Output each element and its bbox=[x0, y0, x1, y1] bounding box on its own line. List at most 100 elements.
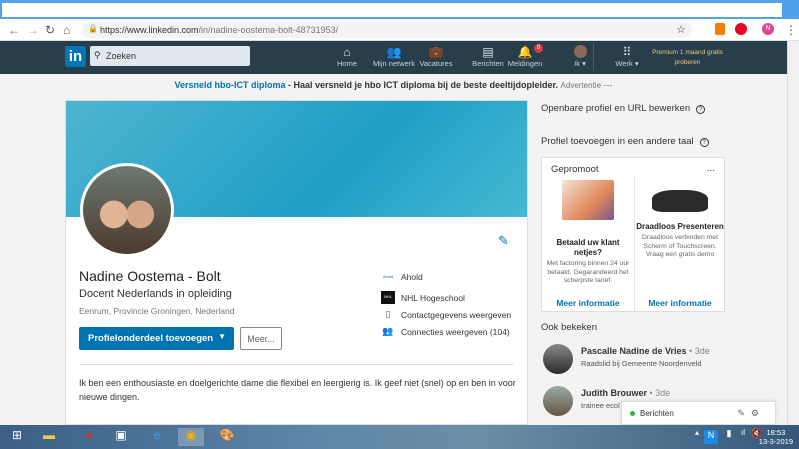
contact-label: Contactgegevens weergeven bbox=[401, 310, 512, 320]
promo-item[interactable]: Draadloos Presenteren Draadloos verbinde… bbox=[635, 180, 725, 308]
file-explorer-icon[interactable]: ▬ bbox=[36, 428, 62, 446]
search-input[interactable]: ⚲ Zoeken bbox=[90, 46, 250, 66]
divider bbox=[79, 364, 514, 365]
clock-time: 18:53 bbox=[766, 428, 786, 437]
nav-me[interactable]: Ik ▾ bbox=[555, 45, 605, 68]
profile-avatar[interactable]: N bbox=[762, 23, 774, 35]
promo-item[interactable]: Betaald uw klant netjes? Met factoring b… bbox=[543, 180, 633, 308]
profile-name: Nadine Oostema - Bolt bbox=[79, 268, 221, 284]
messaging-label: Berichten bbox=[640, 409, 674, 418]
lock-icon: 🔒 bbox=[88, 24, 98, 33]
tray-expand-icon[interactable]: ▴ bbox=[690, 428, 704, 446]
contact-info-link[interactable]: ▯ Contactgegevens weergeven bbox=[381, 309, 512, 321]
back-icon[interactable]: ← bbox=[8, 23, 20, 37]
browser-tab-strip[interactable] bbox=[2, 3, 782, 17]
edit-public-profile-link[interactable]: Openbare profiel en URL bewerken? bbox=[541, 103, 706, 114]
nav-label: Werk ▾ bbox=[615, 59, 639, 68]
connections-label: Connecties weergeven (104) bbox=[401, 327, 510, 337]
promo-image bbox=[562, 180, 614, 220]
nav-label: Meldingen bbox=[507, 59, 543, 68]
online-status-dot bbox=[630, 411, 635, 416]
notification-badge: 8 bbox=[534, 44, 543, 53]
app-icon[interactable]: ● bbox=[76, 428, 102, 446]
premium-link[interactable]: Premium 1 maand gratis proberen bbox=[650, 48, 725, 68]
school-name: NHL Hogeschool bbox=[401, 292, 465, 303]
briefcase-icon: 💼 bbox=[428, 45, 444, 59]
company-name: Ahold bbox=[401, 272, 423, 282]
grid-icon: ⠿ bbox=[622, 45, 632, 59]
browser-titlebar bbox=[0, 0, 799, 19]
also-viewed-person[interactable]: Pascalle Nadine de Vries • 3de Raadslid b… bbox=[543, 344, 710, 374]
bookmark-star-icon[interactable]: ☆ bbox=[676, 23, 686, 36]
contact-card-icon: ▯ bbox=[385, 309, 391, 319]
home-icon[interactable]: ⌂ bbox=[63, 23, 70, 37]
chrome-icon[interactable]: ◉ bbox=[178, 428, 204, 446]
linkedin-logo[interactable]: in bbox=[65, 46, 86, 67]
internet-explorer-icon[interactable]: e bbox=[144, 428, 170, 446]
people-icon: 👥 bbox=[382, 326, 394, 336]
search-placeholder: Zoeken bbox=[106, 51, 137, 61]
signal-icon[interactable]: ıl bbox=[736, 428, 750, 446]
nav-home[interactable]: ⌂ Home bbox=[322, 45, 372, 68]
address-bar[interactable]: 🔒 https://www.linkedin.com/in/nadine-oost… bbox=[82, 22, 692, 38]
app-icon[interactable]: ▣ bbox=[108, 428, 134, 446]
company-link[interactable]: Ahold Ahold bbox=[381, 271, 423, 283]
search-icon: ⚲ bbox=[94, 50, 101, 60]
ad-text: - Haal versneld je hbo ICT diploma bij d… bbox=[285, 80, 559, 90]
paint-icon[interactable]: 🎨 bbox=[214, 428, 240, 446]
menu-icon[interactable]: ⋮ bbox=[785, 23, 797, 37]
ahold-logo: Ahold bbox=[382, 274, 394, 279]
promo-more-button[interactable]: ... bbox=[707, 163, 715, 174]
url-path: /in/nadine-oostema-bolt-48731953/ bbox=[198, 25, 339, 35]
connections-link[interactable]: 👥 Connecties weergeven (104) bbox=[381, 326, 510, 338]
compose-icon[interactable]: ✎ bbox=[737, 408, 751, 418]
forward-icon[interactable]: → bbox=[27, 23, 39, 37]
reload-icon[interactable]: ↻ bbox=[45, 23, 55, 37]
help-icon[interactable]: ? bbox=[699, 138, 709, 147]
ad-banner: Versneld hbo-ICT diploma - Haal versneld… bbox=[0, 80, 787, 90]
tray-app-icon[interactable]: N bbox=[704, 430, 718, 444]
promo-item-title: Draadloos Presenteren bbox=[636, 222, 724, 231]
nav-label: Vacatures bbox=[419, 59, 453, 68]
help-icon[interactable]: ? bbox=[696, 105, 706, 114]
nav-label: Home bbox=[336, 59, 357, 68]
extension-icon[interactable] bbox=[715, 23, 725, 35]
nav-label: Mijn netwerk bbox=[372, 59, 416, 68]
person-avatar bbox=[543, 386, 573, 416]
battery-icon[interactable]: ▮ bbox=[722, 428, 736, 446]
promo-item-desc: Met factoring binnen 24 uur betaald. Geg… bbox=[546, 260, 630, 284]
school-link[interactable]: NHL NHL Hogeschool bbox=[381, 291, 465, 304]
edit-pencil-icon[interactable]: ✎ bbox=[498, 233, 509, 249]
add-language-profile-link[interactable]: Profiel toevoegen in een andere taal? bbox=[541, 136, 709, 147]
ad-link[interactable]: Versneld hbo-ICT diploma bbox=[174, 80, 285, 90]
link-label: Openbare profiel en URL bewerken bbox=[541, 103, 691, 114]
nav-jobs[interactable]: 💼 Vacatures bbox=[411, 45, 461, 68]
more-info-link[interactable]: Meer informatie bbox=[543, 298, 633, 308]
more-info-link[interactable]: Meer informatie bbox=[635, 298, 725, 308]
windows-taskbar: ⊞ ▬ ● ▣ e ◉ 🎨 ▴ N ▮ ıl 🔇 18:53 13-3-2019 bbox=[0, 425, 799, 449]
person-name: Pascalle Nadine de Vries bbox=[581, 346, 687, 356]
person-avatar bbox=[543, 344, 573, 374]
ad-more-button[interactable]: ··· bbox=[604, 80, 613, 90]
profile-headline: Docent Nederlands in opleiding bbox=[79, 288, 232, 300]
profile-summary: Ik ben een enthousiaste en doelgerichte … bbox=[79, 378, 516, 402]
nav-work[interactable]: ⠿ Werk ▾ bbox=[602, 45, 652, 68]
more-button[interactable]: Meer... bbox=[240, 327, 282, 350]
browser-toolbar: ← → ↻ ⌂ 🔒 https://www.linkedin.com/in/nad… bbox=[0, 19, 799, 41]
person-job: Raadslid bij Gemeente Noordenveld bbox=[581, 359, 702, 368]
promo-title: Gepromoot bbox=[551, 164, 599, 175]
promo-item-title: Betaald uw klant netjes? bbox=[556, 238, 620, 257]
add-profile-section-button[interactable]: Profielonderdeel toevoegen ▼ bbox=[79, 327, 234, 350]
button-label: Profielonderdeel toevoegen bbox=[88, 333, 214, 344]
person-degree: • 3de bbox=[647, 388, 671, 398]
profile-location: Eenrum, Provincie Groningen, Nederland bbox=[79, 306, 235, 316]
pinterest-icon[interactable] bbox=[735, 23, 747, 35]
caret-down-icon: ▼ bbox=[218, 332, 226, 341]
windows-start-icon[interactable]: ⊞ bbox=[4, 428, 30, 446]
scrollbar[interactable] bbox=[787, 41, 799, 425]
system-clock[interactable]: 18:53 13-3-2019 bbox=[759, 428, 793, 446]
nhl-logo: NHL bbox=[381, 291, 395, 304]
profile-photo[interactable] bbox=[80, 163, 174, 257]
messaging-bar[interactable]: Berichten ✎⚙ bbox=[621, 401, 776, 425]
settings-icon[interactable]: ⚙ bbox=[751, 408, 765, 418]
